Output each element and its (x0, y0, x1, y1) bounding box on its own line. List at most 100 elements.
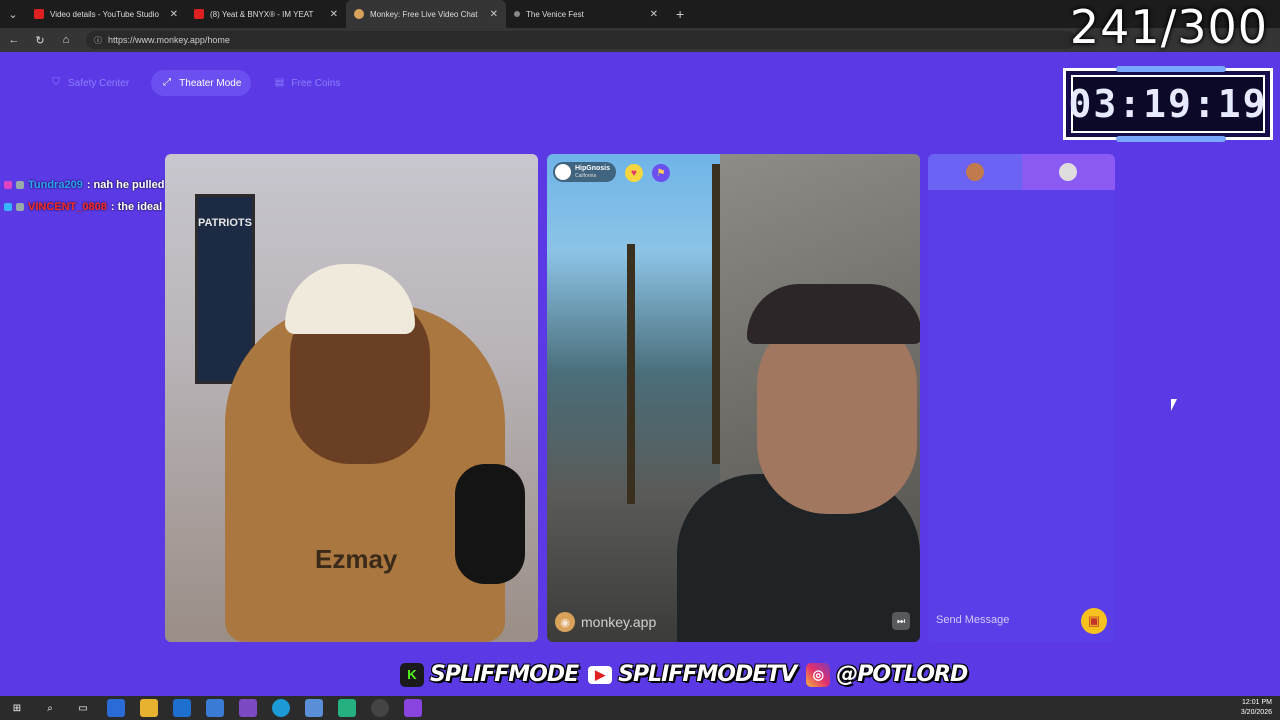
app-icon[interactable] (338, 699, 356, 717)
info-icon: ⓘ (94, 35, 102, 45)
expand-icon: ⤢ (163, 77, 172, 88)
heart-icon: ♥ (631, 167, 637, 179)
youtube-icon (34, 9, 44, 19)
poster-text: PATRIOTS (198, 217, 252, 229)
youtube-icon (194, 9, 204, 19)
chat-tabs (928, 154, 1115, 190)
youtube-handle: SPLIFFMODETV (618, 662, 797, 687)
avatar (555, 164, 571, 180)
stream-counter: 241/300 (1069, 0, 1268, 54)
tree (627, 244, 635, 504)
kick-handle: SPLIFFMODE (430, 662, 579, 687)
skip-button[interactable]: ⏭ (892, 612, 910, 630)
skip-icon: ⏭ (896, 615, 906, 626)
gift-button[interactable]: ▣ (1081, 608, 1107, 634)
free-coins-label: Free Coins (291, 77, 341, 89)
watermark-text: monkey.app (581, 614, 657, 630)
outlook-icon[interactable] (173, 699, 191, 717)
copilot-icon[interactable] (107, 699, 125, 717)
monkey-icon: ◉ (555, 612, 575, 632)
app-icon[interactable] (239, 699, 257, 717)
close-icon[interactable]: ✕ (650, 9, 658, 20)
monkey-icon (354, 9, 364, 19)
task-view-icon[interactable]: ▭ (74, 699, 92, 717)
badge-icon (16, 203, 24, 211)
theater-mode-button[interactable]: ⤢ Theater Mode (151, 70, 252, 96)
file-explorer-icon[interactable] (140, 699, 158, 717)
tab-list-chevron-icon[interactable]: ⌄ (0, 0, 26, 28)
local-video: PATRIOTS Ezmay (165, 154, 538, 642)
close-icon[interactable]: ✕ (330, 9, 338, 20)
new-tab-button[interactable]: + (666, 6, 694, 22)
badge-icon (16, 181, 24, 189)
message-input-row: ▣ (928, 598, 1115, 642)
url-text: https://www.monkey.app/home (108, 35, 230, 45)
app-icon[interactable] (305, 699, 323, 717)
person-cap (285, 264, 415, 334)
avatar (965, 163, 984, 181)
shield-icon: ⛉ (52, 77, 60, 88)
microphone (455, 464, 525, 584)
chat-username: Tundra209 (28, 179, 83, 191)
back-arrow-icon[interactable]: ← (8, 34, 20, 46)
store-icon[interactable] (206, 699, 224, 717)
windows-start-icon[interactable]: ⊞ (8, 699, 26, 717)
remote-user-name: HipGnosis (575, 164, 611, 172)
remote-video: HipGnosis California ♥ ⚑ ◉ monkey.app ⏭ (547, 154, 920, 642)
instagram-handle: @POTLORD (836, 662, 968, 687)
tab-title: The Venice Fest (526, 9, 584, 19)
remote-user-info: HipGnosis California (575, 165, 610, 180)
chat-tab-local-user[interactable] (928, 154, 1022, 190)
search-icon[interactable]: ⌕ (41, 699, 59, 717)
remote-user-location: California (575, 172, 597, 179)
home-icon[interactable]: ⌂ (60, 34, 72, 46)
refresh-icon[interactable]: ↻ (34, 34, 46, 47)
free-coins-button[interactable]: ▤ Free Coins (263, 70, 350, 96)
clock-date: 3/20/2026 (1240, 709, 1272, 716)
tab-title: (8) Yeat & BNYX® - IM YEAT (210, 9, 314, 19)
chat-tab-remote-user[interactable] (1021, 154, 1115, 190)
chat-username: VINCENT_0808 (28, 201, 107, 213)
send-message-input[interactable] (936, 614, 1076, 626)
banner-instagram: ◎ @POTLORD (806, 662, 968, 687)
timer-inner: 03:19:19 (1068, 75, 1268, 133)
youtube-icon: ▶ (588, 665, 613, 684)
remote-user-chip[interactable]: HipGnosis California (553, 162, 617, 182)
kick-icon: K (400, 662, 424, 687)
system-clock[interactable]: 12:01 PM 3/20/2026 (1241, 698, 1272, 718)
heart-button[interactable]: ♥ (625, 164, 643, 182)
screen: ⌄ Video details - YouTube Studio ✕ (8) Y… (0, 0, 1280, 720)
shirt-print: Ezmay (315, 544, 398, 574)
flag-icon: ⚑ (656, 167, 666, 179)
coin-icon: ▤ (274, 77, 285, 88)
url-field[interactable]: ⓘ https://www.monkey.app/home (86, 31, 1076, 49)
gift-icon: ▣ (1087, 613, 1101, 628)
report-button[interactable]: ⚑ (652, 164, 670, 182)
browser-tab-venice-fest[interactable]: The Venice Fest ✕ (506, 0, 666, 28)
tab-title: Video details - YouTube Studio (50, 9, 159, 19)
browser-tab-yeat[interactable]: (8) Yeat & BNYX® - IM YEAT ✕ (186, 0, 346, 28)
browser-tab-youtube-studio[interactable]: Video details - YouTube Studio ✕ (26, 0, 186, 28)
close-icon[interactable]: ✕ (170, 9, 178, 20)
avatar (1059, 163, 1078, 181)
obs-icon[interactable] (371, 699, 389, 717)
chat-panel: ▣ (928, 154, 1115, 642)
timer-decoration (1116, 136, 1226, 142)
safety-center-button[interactable]: ⛉ Safety Center (40, 70, 139, 96)
clock-time: 12:01 PM (1242, 699, 1272, 706)
close-icon[interactable]: ✕ (490, 9, 498, 20)
tree (712, 164, 720, 464)
app-icon[interactable] (404, 699, 422, 717)
browser-tab-monkey[interactable]: Monkey: Free Live Video Chat ✕ (346, 0, 506, 28)
theater-mode-label: Theater Mode (179, 77, 242, 89)
monkey-watermark: ◉ monkey.app (555, 612, 656, 632)
edge-icon[interactable] (272, 699, 290, 717)
page-toolbar: ⛉ Safety Center ⤢ Theater Mode ▤ Free Co… (40, 70, 350, 96)
stream-timer: 03:19:19 (1068, 82, 1268, 126)
stream-banner: K SPLIFFMODE ▶ SPLIFFMODETV ◎ @POTLORD (400, 662, 968, 687)
banner-kick: K SPLIFFMODE (400, 662, 579, 687)
timer-decoration (1116, 66, 1226, 72)
instagram-icon: ◎ (806, 662, 831, 687)
person-face (757, 314, 917, 514)
badge-icon (4, 181, 12, 189)
